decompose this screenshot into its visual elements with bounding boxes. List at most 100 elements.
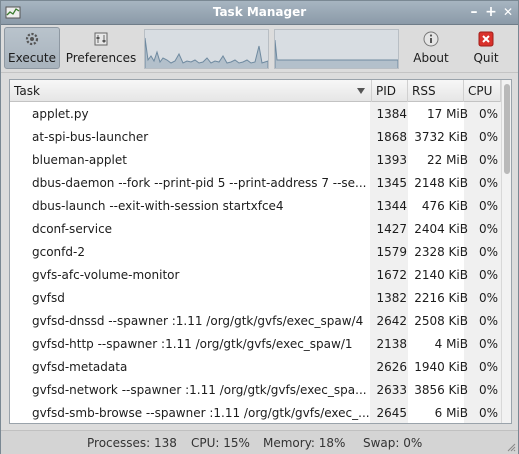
- table-row[interactable]: gvfsd-metadata 2626 1940 KiB 0%: [10, 356, 500, 379]
- pid-cell: 1384: [376, 107, 407, 121]
- table-row[interactable]: gvfs-afc-volume-monitor 1672 2140 KiB 0%: [10, 264, 500, 287]
- task-cell: gvfsd-network --spawner :1.11 /org/gtk/g…: [32, 383, 367, 397]
- cpu-usage: CPU: 15%: [191, 436, 250, 450]
- sort-arrow-icon: [357, 88, 365, 94]
- quit-button[interactable]: Quit: [461, 27, 511, 69]
- table-row[interactable]: blueman-applet 1393 22 MiB 0%: [10, 149, 500, 172]
- memory-graph: [274, 29, 399, 69]
- rss-cell: 2328 KiB: [414, 245, 468, 259]
- table-row[interactable]: gvfsd 1382 2216 KiB 0%: [10, 287, 500, 310]
- rss-cell: 2148 KiB: [414, 176, 468, 190]
- cpu-cell: 0%: [478, 176, 498, 190]
- cpu-cell: 0%: [478, 360, 498, 374]
- title-bar[interactable]: Task Manager – + ✕: [1, 1, 518, 25]
- table-row[interactable]: gvfsd-http --spawner :1.11 /org/gtk/gvfs…: [10, 333, 500, 356]
- pid-cell: 2138: [376, 337, 407, 351]
- task-cell: gvfsd-metadata: [32, 360, 128, 374]
- task-column-header[interactable]: Task: [10, 80, 372, 102]
- process-list[interactable]: Task PID RSS CPU applet.py 1384 17 MiB 0% at…: [9, 79, 512, 424]
- table-row[interactable]: gvfsd-network --spawner :1.11 /org/gtk/g…: [10, 379, 500, 402]
- table-row[interactable]: at-spi-bus-launcher 1868 3732 KiB 0%: [10, 126, 500, 149]
- vertical-scrollbar[interactable]: [501, 80, 511, 423]
- cpu-column-header[interactable]: CPU: [464, 80, 501, 102]
- preferences-button[interactable]: Preferences: [63, 27, 139, 69]
- task-cell: at-spi-bus-launcher: [32, 130, 149, 144]
- cpu-cell: 0%: [478, 314, 498, 328]
- cpu-cell: 0%: [478, 153, 498, 167]
- rss-cell: 2140 KiB: [414, 268, 468, 282]
- rss-column-header[interactable]: RSS: [408, 80, 464, 102]
- cpu-cell: 0%: [478, 222, 498, 236]
- pid-column-header[interactable]: PID: [372, 80, 408, 102]
- task-cell: gvfsd-http --spawner :1.11 /org/gtk/gvfs…: [32, 337, 353, 351]
- about-label: About: [413, 51, 449, 65]
- rss-cell: 22 MiB: [426, 153, 468, 167]
- maximize-button[interactable]: +: [483, 4, 499, 20]
- table-row[interactable]: dbus-launch --exit-with-session startxfc…: [10, 195, 500, 218]
- toolbar: Execute Preferences About Quit: [1, 25, 518, 73]
- status-bar: Processes: 138 CPU: 15% Memory: 18% Swap…: [1, 430, 518, 454]
- swap-usage: Swap: 0%: [363, 436, 423, 450]
- info-icon: [423, 31, 439, 47]
- column-header-row: Task PID RSS CPU: [10, 80, 511, 102]
- task-manager-window: Task Manager – + ✕ Execute Preferences A…: [0, 0, 519, 454]
- pid-cell: 1672: [376, 268, 407, 282]
- execute-button[interactable]: Execute: [4, 27, 60, 69]
- rss-cell: 3856 KiB: [414, 383, 468, 397]
- execute-label: Execute: [8, 51, 56, 65]
- gear-icon: [25, 32, 39, 46]
- pid-cell: 1345: [376, 176, 407, 190]
- rss-cell: 4 MiB: [434, 337, 468, 351]
- cpu-cell: 0%: [478, 291, 498, 305]
- close-button[interactable]: ✕: [500, 4, 516, 20]
- table-row[interactable]: applet.py 1384 17 MiB 0%: [10, 103, 500, 126]
- quit-label: Quit: [473, 51, 499, 65]
- task-cell: dbus-launch --exit-with-session startxfc…: [32, 199, 284, 213]
- minimize-button[interactable]: –: [466, 4, 482, 20]
- rss-cell: 3732 KiB: [414, 130, 468, 144]
- table-row[interactable]: dconf-service 1427 2404 KiB 0%: [10, 218, 500, 241]
- memory-usage: Memory: 18%: [263, 436, 346, 450]
- task-header-label: Task: [14, 84, 40, 98]
- task-cell: gvfsd-dnssd --spawner :1.11 /org/gtk/gvf…: [32, 314, 364, 328]
- cpu-graph-line: [145, 37, 268, 68]
- task-cell: gvfs-afc-volume-monitor: [32, 268, 180, 282]
- cpu-cell: 0%: [478, 245, 498, 259]
- quit-icon: [478, 31, 494, 47]
- memory-graph-line: [275, 39, 398, 68]
- table-row[interactable]: dbus-daemon --fork --print-pid 5 --print…: [10, 172, 500, 195]
- pid-cell: 1344: [376, 199, 407, 213]
- task-cell: applet.py: [32, 107, 89, 121]
- window-title: Task Manager: [212, 5, 307, 19]
- rss-cell: 1940 KiB: [414, 360, 468, 374]
- pid-cell: 2633: [376, 383, 407, 397]
- cpu-cell: 0%: [478, 337, 498, 351]
- about-button[interactable]: About: [406, 27, 456, 69]
- scrollbar-thumb[interactable]: [504, 84, 510, 174]
- table-row[interactable]: gconfd-2 1579 2328 KiB 0%: [10, 241, 500, 264]
- cpu-cell: 0%: [478, 199, 498, 213]
- pid-cell: 1393: [376, 153, 407, 167]
- cpu-cell: 0%: [478, 130, 498, 144]
- task-cell: dbus-daemon --fork --print-pid 5 --print…: [32, 176, 367, 190]
- pid-cell: 2645: [376, 406, 407, 420]
- task-cell: blueman-applet: [32, 153, 127, 167]
- pid-cell: 1579: [376, 245, 407, 259]
- preferences-label: Preferences: [65, 51, 137, 65]
- cpu-cell: 0%: [478, 268, 498, 282]
- cpu-graph: [144, 29, 269, 69]
- pid-cell: 2626: [376, 360, 407, 374]
- resize-grip-icon[interactable]: [506, 442, 516, 452]
- pid-cell: 2642: [376, 314, 407, 328]
- task-cell: gvfsd: [32, 291, 65, 305]
- rss-cell: 17 MiB: [426, 107, 468, 121]
- pid-cell: 1382: [376, 291, 407, 305]
- table-row[interactable]: gvfsd-smb-browse --spawner :1.11 /org/gt…: [10, 402, 500, 423]
- rss-cell: 2404 KiB: [414, 222, 468, 236]
- rss-cell: 2216 KiB: [414, 291, 468, 305]
- rss-cell: 476 KiB: [421, 199, 468, 213]
- pid-cell: 1427: [376, 222, 407, 236]
- table-row[interactable]: gvfsd-dnssd --spawner :1.11 /org/gtk/gvf…: [10, 310, 500, 333]
- task-cell: dconf-service: [32, 222, 113, 236]
- cpu-cell: 0%: [478, 406, 498, 420]
